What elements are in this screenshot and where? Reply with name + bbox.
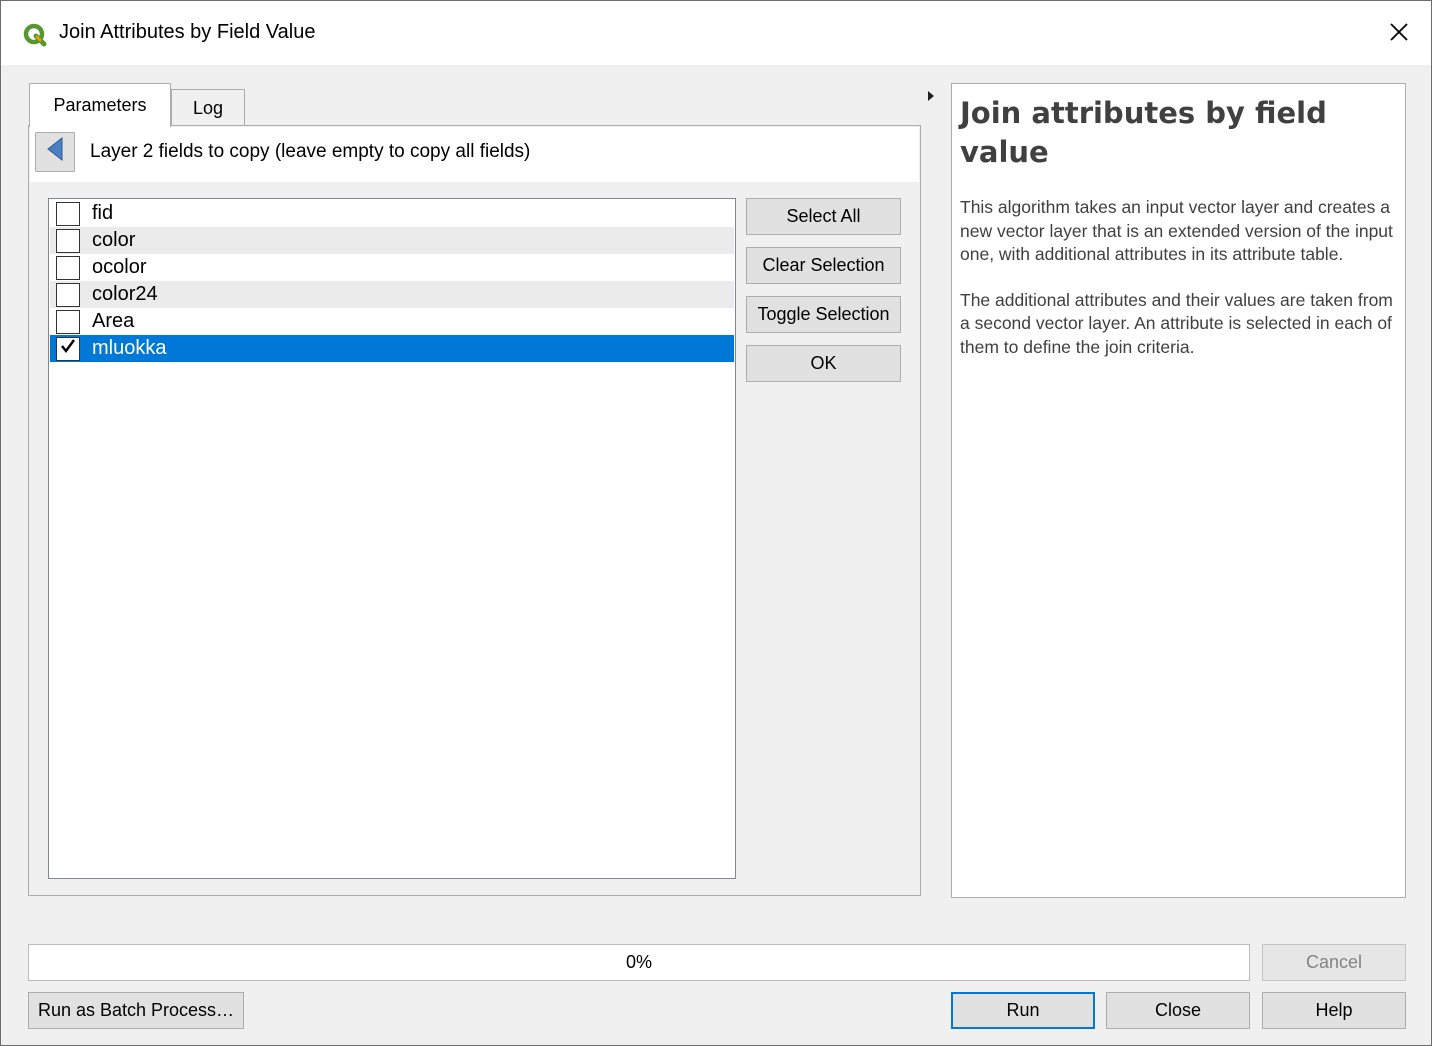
list-item[interactable]: fid [50, 200, 734, 227]
list-item-label: color [92, 229, 136, 251]
back-button[interactable] [35, 132, 75, 172]
close-window-button[interactable] [1377, 15, 1421, 55]
panel-header-label: Layer 2 fields to copy (leave empty to c… [90, 141, 531, 162]
cancel-button[interactable]: Cancel [1262, 944, 1406, 981]
close-icon [1389, 22, 1409, 48]
list-item[interactable]: color24 [50, 281, 734, 308]
collapse-arrow-icon[interactable] [926, 87, 936, 101]
field-checkbox-checked[interactable] [56, 336, 80, 361]
field-checkbox[interactable] [56, 228, 80, 253]
list-item-label: ocolor [92, 256, 147, 278]
tab-log[interactable]: Log [171, 89, 245, 126]
close-button[interactable]: Close [1106, 992, 1250, 1029]
progress-bar: 0% [28, 944, 1250, 981]
field-checkbox[interactable] [56, 282, 80, 307]
help-title: Join attributes by field value [960, 96, 1327, 169]
field-checkbox[interactable] [56, 201, 80, 226]
list-item-label: fid [92, 202, 114, 224]
list-item-label: Area [92, 310, 135, 332]
checkmark-icon [59, 337, 77, 361]
list-item-label: color24 [92, 283, 158, 305]
ok-button[interactable]: OK [746, 345, 901, 382]
dialog-window: Join Attributes by Field Value Parameter… [0, 0, 1432, 1046]
window-title: Join Attributes by Field Value [59, 21, 316, 43]
help-paragraph: The additional attributes and their valu… [960, 289, 1393, 357]
progress-label: 0% [625, 952, 652, 972]
tab-log-label: Log [192, 97, 224, 118]
run-button[interactable]: Run [951, 992, 1095, 1029]
field-checkbox[interactable] [56, 309, 80, 334]
fields-list[interactable]: fid color ocolor color24 Area mluokka [48, 198, 736, 879]
tab-parameters-label: Parameters [53, 95, 147, 115]
list-item-label: mluokka [92, 337, 167, 359]
clear-selection-button[interactable]: Clear Selection [746, 247, 901, 284]
list-item[interactable]: color [50, 227, 734, 254]
qgis-logo-icon [23, 23, 47, 47]
list-item[interactable]: ocolor [50, 254, 734, 281]
parameters-panel: Layer 2 fields to copy (leave empty to c… [28, 125, 921, 896]
help-button[interactable]: Help [1262, 992, 1406, 1029]
toggle-selection-button[interactable]: Toggle Selection [746, 296, 901, 333]
help-paragraph: This algorithm takes an input vector lay… [960, 197, 1393, 264]
run-as-batch-button[interactable]: Run as Batch Process… [28, 992, 244, 1029]
list-item-selected[interactable]: mluokka [50, 335, 734, 362]
panel-header: Layer 2 fields to copy (leave empty to c… [30, 127, 919, 182]
help-panel: Join attributes by field value This algo… [951, 83, 1406, 898]
list-item[interactable]: Area [50, 308, 734, 335]
title-bar: Join Attributes by Field Value [1, 1, 1431, 65]
select-all-button[interactable]: Select All [746, 198, 901, 235]
tab-parameters[interactable]: Parameters [29, 83, 171, 127]
field-checkbox[interactable] [56, 255, 80, 280]
back-arrow-icon [44, 136, 66, 168]
